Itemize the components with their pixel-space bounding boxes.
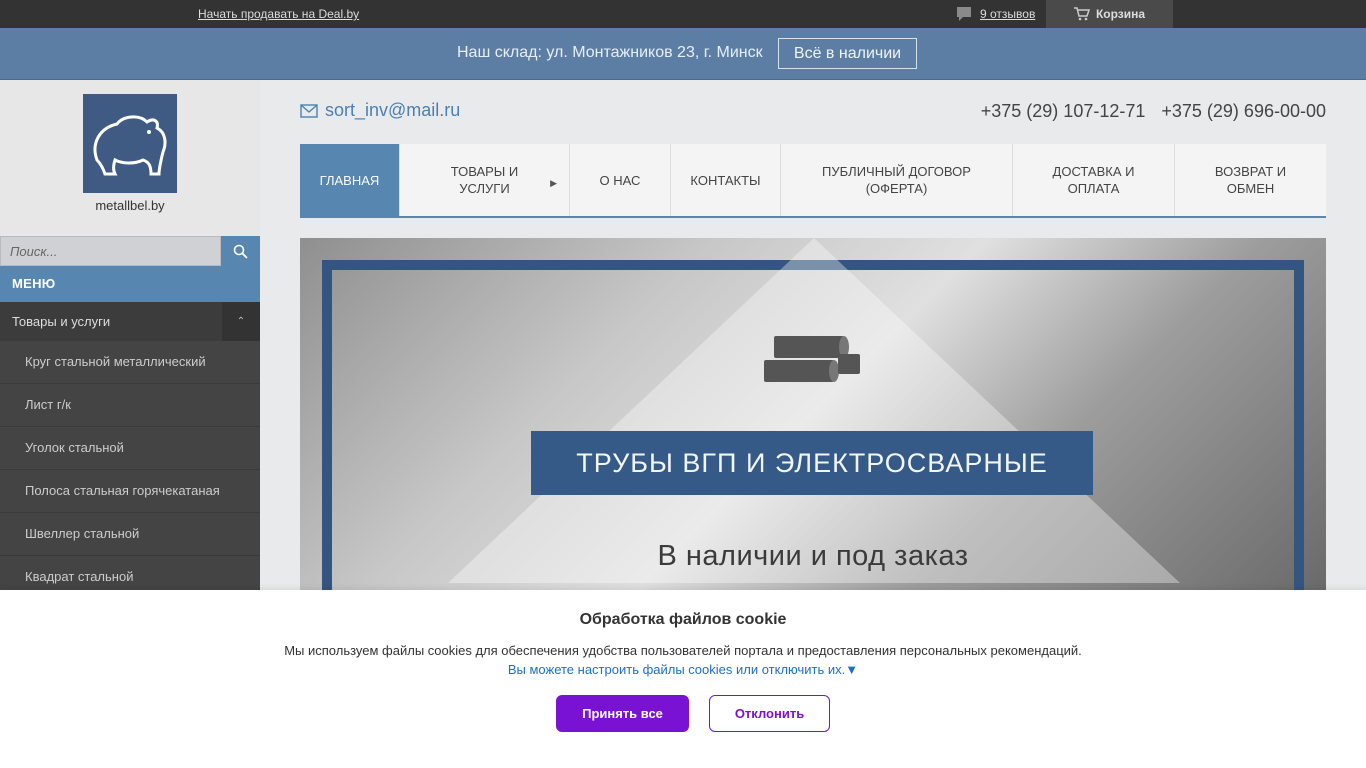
chevron-right-icon: ▶ [550, 178, 557, 188]
tab-products[interactable]: Товары и услуги ▶ [400, 144, 570, 216]
sidebar-subitem[interactable]: Уголок стальной [0, 427, 260, 470]
info-strip: Наш склад: ул. Монтажников 23, г. Минск … [0, 28, 1366, 80]
logo[interactable] [83, 94, 177, 193]
chevron-up-icon[interactable]: ⌃ [222, 302, 260, 341]
tab-returns[interactable]: Возврат и обмен [1175, 144, 1326, 216]
tab-delivery[interactable]: Доставка и оплата [1013, 144, 1175, 216]
search-icon [233, 244, 248, 259]
phone-1[interactable]: +375 (29) 107-12-71 [981, 101, 1146, 122]
header-contacts: sort_inv@mail.ru +375 (29) 107-12-71 +37… [300, 100, 1326, 124]
cookie-text: Мы используем файлы cookies для обеспече… [284, 643, 1082, 658]
envelope-icon [300, 103, 318, 118]
cookie-title: Обработка файлов cookie [579, 611, 787, 628]
reviews-link[interactable]: 9 отзывов [956, 6, 1035, 22]
tab-about[interactable]: О нас [570, 144, 671, 216]
warehouse-address: Наш склад: ул. Монтажников 23, г. Минск [457, 44, 763, 61]
sidebar-subitem[interactable]: Лист г/к [0, 384, 260, 427]
phones: +375 (29) 107-12-71 +375 (29) 696-00-00 [981, 101, 1326, 122]
search-input[interactable]: Поиск... [0, 236, 221, 266]
menu-header: МЕНЮ [0, 266, 260, 302]
cart-icon [1073, 7, 1090, 21]
hero-banner[interactable]: ТРУБЫ ВГП И ЭЛЕКТРОСВАРНЫЕ В наличии и п… [300, 238, 1326, 590]
email-link[interactable]: sort_inv@mail.ru [300, 100, 460, 121]
decline-button[interactable]: Отклонить [709, 695, 830, 732]
phone-2[interactable]: +375 (29) 696-00-00 [1161, 101, 1326, 122]
main-nav: Главная Товары и услуги ▶ О нас Контакты… [300, 144, 1326, 218]
tab-label: Товары и услуги [450, 164, 519, 196]
tab-home[interactable]: Главная [300, 144, 400, 216]
email-text: sort_inv@mail.ru [325, 100, 461, 120]
search-button[interactable] [221, 236, 260, 266]
sidebar-subitem[interactable]: Круг стальной металлический [0, 341, 260, 384]
cookie-settings-link[interactable]: Вы можете настроить файлы cookies или от… [0, 662, 1366, 677]
sidebar-subitem[interactable]: Полоса стальная горячекатаная [0, 470, 260, 513]
tab-contacts[interactable]: Контакты [671, 144, 781, 216]
pipes-icon [764, 336, 860, 382]
banner-subtitle: В наличии и под заказ [657, 540, 969, 572]
reviews-label: 9 отзывов [980, 7, 1036, 21]
comment-icon [957, 7, 971, 21]
banner-triangle [448, 238, 1180, 583]
cart-button[interactable]: Корзина [1046, 0, 1173, 28]
cookie-panel: Обработка файлов cookie Мы используем фа… [0, 590, 1366, 768]
start-selling-link[interactable]: Начать продавать на Deal.by [198, 7, 359, 21]
banner-title: ТРУБЫ ВГП И ЭЛЕКТРОСВАРНЫЕ [531, 431, 1093, 495]
site-name: metallbel.by [95, 198, 165, 213]
bear-icon [93, 115, 167, 176]
submenu: Круг стальной металлический Лист г/к Уго… [0, 341, 260, 599]
sidebar-item-products[interactable]: Товары и услуги ⌃ [0, 302, 260, 341]
tab-offer[interactable]: Публичный договор (оферта) [781, 144, 1013, 216]
sidebar-item-label: Товары и услуги [12, 314, 111, 329]
search-box: Поиск... [0, 236, 260, 266]
top-bar: Начать продавать на Deal.by 9 отзывов Ко… [0, 0, 1366, 28]
cart-label: Корзина [1095, 7, 1146, 21]
accept-all-button[interactable]: Принять все [556, 695, 689, 732]
sidebar-subitem[interactable]: Швеллер стальной [0, 513, 260, 556]
in-stock-button[interactable]: Всё в наличии [778, 38, 917, 69]
